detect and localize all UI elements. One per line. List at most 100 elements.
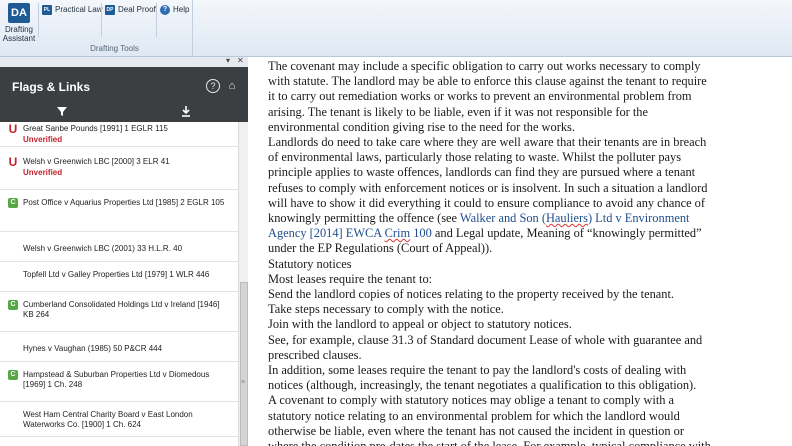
document-line: Statutory notices — [268, 257, 352, 272]
flag-list-item[interactable]: Northern Irish Housing LBC [1989] 2 P & … — [0, 437, 238, 446]
document-line: statutory notice relating to an environm… — [268, 409, 680, 424]
flag-list-item[interactable]: C Post Office v Aquarius Properties Ltd [… — [0, 190, 238, 232]
ribbon-separator — [38, 3, 39, 37]
document-line: Agency [2014] EWCA Crim 100 and Legal up… — [268, 226, 702, 241]
ribbon-group-label: Drafting Tools — [90, 44, 139, 53]
help-circle-icon[interactable]: ? — [206, 79, 220, 93]
document-text: In addition, some leases require the ten… — [268, 363, 687, 377]
document-line: will have to show it did everything it c… — [268, 196, 705, 211]
citation-link[interactable]: Hauliers — [546, 211, 588, 225]
ribbon-separator — [101, 3, 102, 37]
document-text: Send the landlord copies of notices rela… — [268, 287, 675, 301]
case-citation[interactable]: Great Sanbe Pounds [1991] 1 EGLR 115 — [23, 124, 231, 134]
drafting-assistant-icon: DA — [8, 3, 30, 23]
status-badge: Unverified — [23, 135, 63, 144]
case-citation[interactable]: Hynes v Vaughan (1985) 50 P&CR 444 — [23, 344, 231, 354]
document-text: Landlords do need to take care where the… — [268, 135, 707, 149]
document-line: otherwise be liable, even where the tena… — [268, 424, 684, 439]
document-line: knowingly permitting the offence (see Wa… — [268, 211, 689, 226]
citation-link[interactable]: Crim — [385, 226, 410, 240]
pane-close-icon[interactable]: ✕ — [237, 56, 244, 65]
pane-title-bar: ▾ ✕ — [0, 56, 248, 67]
ribbon-separator — [156, 3, 157, 37]
flag-list-item[interactable]: Hynes v Vaughan (1985) 50 P&CR 444 — [0, 332, 238, 362]
ribbon: DA Drafting Assistant PL Practical Law D… — [0, 0, 792, 57]
download-icon[interactable] — [178, 103, 194, 119]
flag-list-item[interactable]: West Ham Central Charity Board v East Lo… — [0, 402, 238, 437]
case-citation[interactable]: Topfell Ltd v Galley Properties Ltd [197… — [23, 270, 231, 280]
document-line: where the condition pre-dates the start … — [268, 439, 711, 446]
citation-link[interactable]: Agency [2014] EWCA — [268, 226, 385, 240]
filter-icon[interactable] — [54, 103, 70, 119]
document-text: prescribed clauses. — [268, 347, 362, 362]
case-citation[interactable]: Post Office v Aquarius Properties Ltd [1… — [23, 198, 231, 208]
flag-list-item[interactable]: Topfell Ltd v Galley Properties Ltd [197… — [0, 262, 238, 292]
document-line: Landlords do need to take care where the… — [268, 135, 706, 150]
help-icon: ? — [160, 4, 170, 15]
unverified-flag-icon: U — [8, 122, 18, 136]
document-text: Take steps necessary to comply with the … — [268, 302, 504, 317]
scrollbar-thumb[interactable] — [240, 282, 248, 446]
pane-scrollbar[interactable]: ≡ — [238, 122, 248, 446]
flag-list-item[interactable]: Welsh v Greenwich LBC (2001) 33 H.L.R. 4… — [0, 232, 238, 262]
flag-list-item[interactable]: U Welsh v Greenwich LBC [2000] 3 ELR 41 Un… — [0, 147, 238, 190]
citation-link[interactable]: Walker and Son ( — [460, 211, 546, 225]
case-citation[interactable]: Hampstead & Suburban Properties Ltd v Di… — [23, 370, 231, 390]
document-line: In addition, some leases require the ten… — [268, 363, 686, 378]
document-line: Join with the landlord to appeal or obje… — [268, 317, 572, 332]
document-text: principle applies to waste offences, lan… — [268, 165, 696, 180]
document-text: it to carry out remediation works or wor… — [268, 89, 692, 104]
practical-law-icon: PL — [42, 4, 52, 15]
case-citation[interactable]: Welsh v Greenwich LBC (2001) 33 H.L.R. 4… — [23, 244, 231, 254]
document-text: with statute. The landlord may be able t… — [268, 74, 707, 89]
deal-proof-label: Deal Proof — [118, 5, 156, 14]
document-line: environmental condition giving rise to t… — [268, 120, 575, 135]
document-text: of environmental laws, particularly thos… — [268, 150, 682, 165]
deal-proof-button[interactable]: DP Deal Proof — [105, 3, 156, 16]
document-body[interactable]: The covenant may include a specific obli… — [252, 57, 792, 446]
document-line: See, for example, clause 31.3 of Standar… — [268, 333, 702, 348]
document-text: otherwise be liable, even where the tena… — [268, 423, 684, 438]
pane-title: Flags & Links — [12, 80, 91, 94]
case-citation[interactable]: Cumberland Consolidated Holdings Ltd v I… — [23, 300, 231, 320]
flag-list-item[interactable]: C Hampstead & Suburban Properties Ltd v D… — [0, 362, 238, 402]
document-line: Most leases require the tenant to: — [268, 272, 432, 287]
flags-list: U Great Sanbe Pounds [1991] 1 EGLR 115 Unv… — [0, 122, 238, 446]
help-button[interactable]: ? Help — [160, 3, 189, 16]
document-text: See, for example, clause 31.3 of Standar… — [268, 332, 703, 347]
document-text: statutory notice relating to an environm… — [268, 408, 680, 423]
document-text: notices (although, increasingly, the ten… — [268, 378, 697, 393]
pane-header: Flags & Links ? ⌂ — [0, 67, 248, 122]
practical-law-button[interactable]: PL Practical Law — [42, 3, 103, 16]
citation-link[interactable]: 100 — [410, 226, 432, 240]
cited-flag-icon: C — [8, 198, 18, 208]
document-line: A covenant to comply with statutory noti… — [268, 393, 674, 408]
drafting-assistant-button[interactable]: DA Drafting Assistant — [2, 2, 36, 44]
unverified-flag-icon: U — [8, 155, 18, 169]
flag-list-item[interactable]: U Great Sanbe Pounds [1991] 1 EGLR 115 Unv… — [0, 122, 238, 147]
flags-links-pane: ▾ ✕ Flags & Links ? ⌂ U Great Sanbe Pound… — [0, 56, 248, 446]
document-line: prescribed clauses. — [268, 348, 362, 363]
drafting-assistant-label-2: Assistant — [2, 34, 36, 43]
document-line: refuses to comply with enforcement notic… — [268, 181, 707, 196]
document-text: The covenant may include a specific obli… — [268, 59, 701, 73]
case-citation[interactable]: West Ham Central Charity Board v East Lo… — [23, 410, 231, 430]
case-citation[interactable]: Welsh v Greenwich LBC [2000] 3 ELR 41 — [23, 157, 231, 167]
document-text: Most leases require the tenant to: — [268, 271, 433, 286]
citation-link[interactable]: ) Ltd v Environment — [588, 211, 690, 225]
document-line: Send the landlord copies of notices rela… — [268, 287, 674, 302]
drafting-tools-group: DA Drafting Assistant PL Practical Law D… — [0, 0, 193, 57]
cited-flag-icon: C — [8, 370, 18, 380]
home-icon[interactable]: ⌂ — [225, 79, 239, 93]
document-line: under the EP Regulations (Court of Appea… — [268, 241, 492, 256]
document-text: arising. The tenant is likely to be liab… — [268, 104, 649, 119]
document-text: where the condition pre-dates the start … — [268, 439, 711, 446]
document-text: refuses to comply with enforcement notic… — [268, 180, 708, 195]
flag-list-item[interactable]: C Cumberland Consolidated Holdings Ltd v … — [0, 292, 238, 332]
drafting-assistant-label-1: Drafting — [4, 25, 33, 34]
document-line: arising. The tenant is likely to be liab… — [268, 105, 648, 120]
deal-proof-icon: DP — [105, 4, 115, 15]
pane-menu-icon[interactable]: ▾ — [226, 56, 230, 65]
practical-law-label: Practical Law — [55, 5, 103, 14]
document-text: A covenant to comply with statutory noti… — [268, 393, 675, 408]
